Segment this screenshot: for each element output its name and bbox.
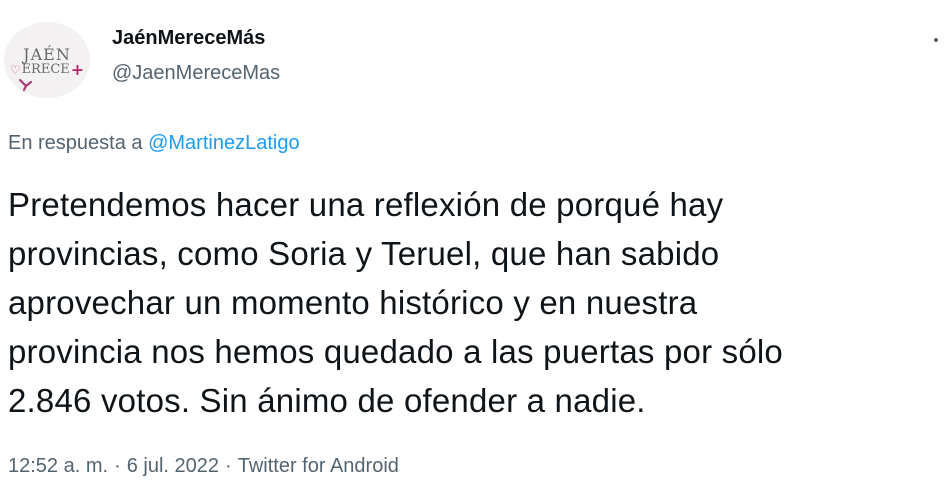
user-handle[interactable]: @JaenMereceMas bbox=[112, 62, 280, 85]
avatar[interactable]: JAÉN ♡ ERECE + bbox=[4, 22, 90, 98]
meta-separator-2: · bbox=[225, 455, 232, 477]
tweet-meta: 12:52 a. m. · 6 jul. 2022 · Twitter for Andr… bbox=[8, 455, 399, 478]
tweet-source: Twitter for Android bbox=[237, 455, 399, 477]
meta-separator-1: · bbox=[114, 455, 121, 477]
reply-prefix: En respuesta a bbox=[8, 132, 149, 154]
more-options-icon[interactable] bbox=[933, 30, 945, 50]
tweet-text: Pretendemos hacer una reflexión de porqu… bbox=[8, 186, 783, 419]
heart-icon: ♡ bbox=[9, 63, 21, 77]
avatar-line2-text: ERECE bbox=[21, 62, 70, 77]
avatar-line1: JAÉN bbox=[23, 45, 71, 64]
tweet-time[interactable]: 12:52 a. m. bbox=[8, 455, 108, 477]
avatar-line2: ♡ ERECE + bbox=[9, 60, 85, 79]
avatar-plus: + bbox=[70, 60, 85, 79]
reply-context: En respuesta a @MartinezLatigo bbox=[8, 132, 300, 155]
ribbon-icon bbox=[18, 78, 33, 92]
tweet-date[interactable]: 6 jul. 2022 bbox=[127, 455, 219, 477]
display-name[interactable]: JaénMereceMás bbox=[112, 27, 265, 50]
reply-mention-link[interactable]: @MartinezLatigo bbox=[148, 132, 299, 154]
